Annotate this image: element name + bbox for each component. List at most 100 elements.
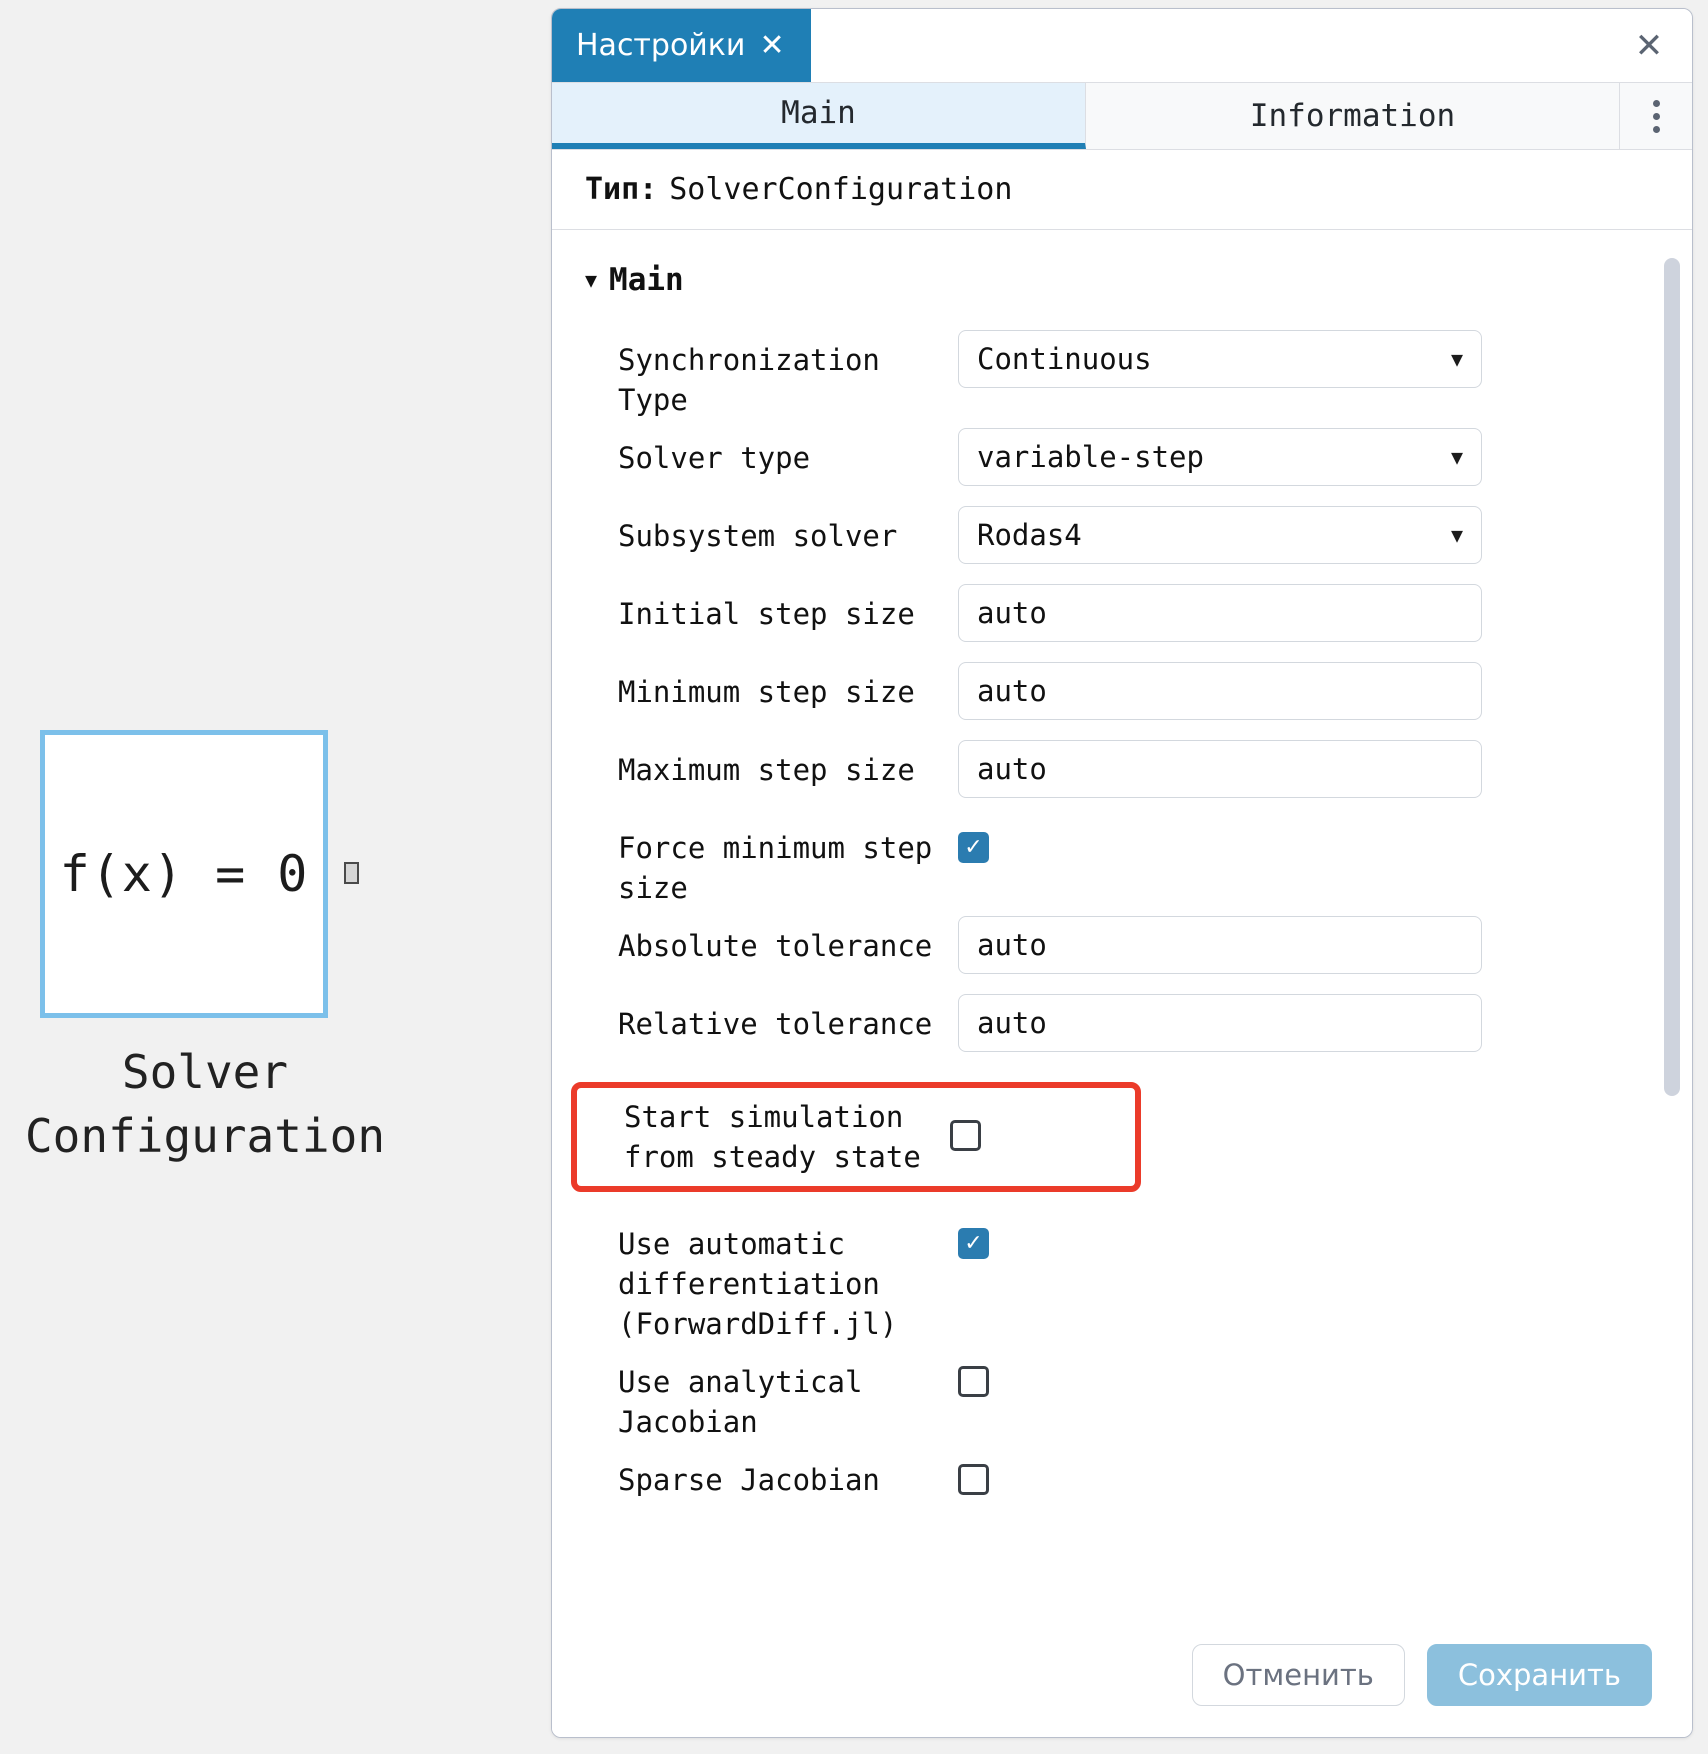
group-header-label: Main xyxy=(609,262,684,298)
select-solver-type[interactable]: variable-step ▼ xyxy=(958,428,1482,486)
block-name-line1: Solver xyxy=(121,1045,289,1099)
label-start-simulation-from-steady-state: Start simulation from steady state xyxy=(624,1100,921,1174)
select-subsystem-solver-value: Rodas4 xyxy=(977,518,1082,552)
input-initial-step-size[interactable]: auto xyxy=(958,584,1482,642)
tab-main-label: Main xyxy=(781,95,856,131)
row-relative-tolerance: Relative tolerance auto xyxy=(552,986,1692,1064)
block-body[interactable]: f(x) = 0 xyxy=(40,730,328,1018)
row-force-minimum-step-size: Force minimum step size xyxy=(552,810,1692,908)
window-tab-strip: Настройки ✕ ✕ xyxy=(552,9,1692,83)
control-sparse-jacobian xyxy=(958,1442,1692,1499)
row-maximum-step-size: Maximum step size auto xyxy=(552,732,1692,810)
panel-footer: Отменить Сохранить xyxy=(552,1613,1692,1737)
scrollbar-track[interactable] xyxy=(1664,236,1680,1607)
label-use-automatic-differentiation: Use automatic differentiation (ForwardDi… xyxy=(618,1227,898,1341)
input-maximum-step-size[interactable]: auto xyxy=(958,740,1482,798)
kebab-dot xyxy=(1652,99,1660,107)
row-start-simulation-from-steady-state: Start simulation from steady state xyxy=(571,1082,1141,1192)
window-tab-label: Настройки xyxy=(576,28,746,63)
settings-panel: Настройки ✕ ✕ Main Information Тип: Solv… xyxy=(551,8,1693,1738)
kebab-menu-icon[interactable] xyxy=(1620,83,1692,149)
control-start-simulation-from-steady-state xyxy=(950,1119,1135,1155)
label-solver-type: Solver type xyxy=(618,441,811,475)
select-synchronization-type[interactable]: Continuous ▼ xyxy=(958,330,1482,388)
type-value: SolverConfiguration xyxy=(669,172,1013,207)
control-use-automatic-differentiation xyxy=(958,1206,1692,1259)
kebab-dot xyxy=(1652,112,1660,120)
label-minimum-step-size: Minimum step size xyxy=(618,675,915,709)
tab-main[interactable]: Main xyxy=(552,83,1086,149)
tab-information[interactable]: Information xyxy=(1086,83,1620,149)
row-initial-step-size: Initial step size auto xyxy=(552,576,1692,654)
control-relative-tolerance: auto xyxy=(958,986,1692,1052)
control-absolute-tolerance: auto xyxy=(958,908,1692,974)
cancel-button[interactable]: Отменить xyxy=(1191,1644,1405,1706)
label-force-minimum-step-size: Force minimum step size xyxy=(618,831,933,905)
control-minimum-step-size: auto xyxy=(958,654,1692,720)
settings-form: ▼ Main Synchronization Type Continuous ▼… xyxy=(552,230,1692,1540)
window-tab-spacer xyxy=(811,9,1606,82)
row-use-analytical-jacobian: Use analytical Jacobian xyxy=(552,1344,1692,1442)
checkbox-force-minimum-step-size[interactable] xyxy=(958,832,989,863)
label-sparse-jacobian: Sparse Jacobian xyxy=(618,1463,880,1497)
input-minimum-step-size-value: auto xyxy=(977,674,1047,708)
label-maximum-step-size: Maximum step size xyxy=(618,753,915,787)
diagram-canvas[interactable]: f(x) = 0 Solver Configuration xyxy=(0,0,551,1754)
control-initial-step-size: auto xyxy=(958,576,1692,642)
input-absolute-tolerance-value: auto xyxy=(977,928,1047,962)
row-absolute-tolerance: Absolute tolerance auto xyxy=(552,908,1692,986)
control-solver-type: variable-step ▼ xyxy=(958,420,1692,486)
label-subsystem-solver: Subsystem solver xyxy=(618,519,898,553)
select-synchronization-type-value: Continuous xyxy=(977,342,1152,376)
select-subsystem-solver[interactable]: Rodas4 ▼ xyxy=(958,506,1482,564)
type-key: Тип: xyxy=(585,172,658,207)
input-relative-tolerance[interactable]: auto xyxy=(958,994,1482,1052)
block-name-label: Solver Configuration xyxy=(0,1040,410,1168)
save-button[interactable]: Сохранить xyxy=(1426,1644,1652,1706)
window-tab-close-icon[interactable]: ✕ xyxy=(759,30,784,61)
row-solver-type: Solver type variable-step ▼ xyxy=(552,420,1692,498)
checkbox-start-simulation-from-steady-state[interactable] xyxy=(950,1119,981,1151)
control-synchronization-type: Continuous ▼ xyxy=(958,322,1692,388)
checkbox-sparse-jacobian[interactable] xyxy=(958,1464,989,1495)
type-row: Тип: SolverConfiguration xyxy=(552,150,1692,230)
checkbox-use-analytical-jacobian[interactable] xyxy=(958,1366,989,1397)
output-port-icon[interactable] xyxy=(344,862,359,884)
section-tabs: Main Information xyxy=(552,83,1692,150)
chevron-down-icon[interactable]: ▼ xyxy=(1451,447,1463,467)
row-sparse-jacobian: Sparse Jacobian xyxy=(552,1442,1692,1520)
label-absolute-tolerance: Absolute tolerance xyxy=(618,929,933,963)
checkbox-use-automatic-differentiation[interactable] xyxy=(958,1228,989,1259)
kebab-dot xyxy=(1652,125,1660,133)
settings-scroll-area[interactable]: ▼ Main Synchronization Type Continuous ▼… xyxy=(552,230,1692,1613)
input-minimum-step-size[interactable]: auto xyxy=(958,662,1482,720)
block-name-line2: Configuration xyxy=(24,1109,386,1163)
close-icon[interactable]: ✕ xyxy=(1606,9,1692,82)
input-absolute-tolerance[interactable]: auto xyxy=(958,916,1482,974)
row-subsystem-solver: Subsystem solver Rodas4 ▼ xyxy=(552,498,1692,576)
input-initial-step-size-value: auto xyxy=(977,596,1047,630)
window-tab-settings[interactable]: Настройки ✕ xyxy=(552,9,811,82)
chevron-down-icon[interactable]: ▼ xyxy=(1451,525,1463,545)
control-subsystem-solver: Rodas4 ▼ xyxy=(958,498,1692,564)
chevron-down-icon[interactable]: ▼ xyxy=(585,270,597,290)
row-use-automatic-differentiation: Use automatic differentiation (ForwardDi… xyxy=(552,1206,1692,1344)
row-minimum-step-size: Minimum step size auto xyxy=(552,654,1692,732)
group-header-main[interactable]: ▼ Main xyxy=(552,262,1692,298)
label-synchronization-type: Synchronization Type xyxy=(618,343,880,417)
scrollbar-thumb[interactable] xyxy=(1664,258,1680,1096)
label-relative-tolerance: Relative tolerance xyxy=(618,1007,933,1041)
input-relative-tolerance-value: auto xyxy=(977,1006,1047,1040)
label-initial-step-size: Initial step size xyxy=(618,597,915,631)
chevron-down-icon[interactable]: ▼ xyxy=(1451,349,1463,369)
label-use-analytical-jacobian: Use analytical Jacobian xyxy=(618,1365,863,1439)
select-solver-type-value: variable-step xyxy=(977,440,1204,474)
block-equation-label: f(x) = 0 xyxy=(59,845,309,903)
control-force-minimum-step-size xyxy=(958,810,1692,863)
control-maximum-step-size: auto xyxy=(958,732,1692,798)
solver-configuration-block[interactable]: f(x) = 0 xyxy=(40,730,328,1018)
row-synchronization-type: Synchronization Type Continuous ▼ xyxy=(552,322,1692,420)
input-maximum-step-size-value: auto xyxy=(977,752,1047,786)
tab-information-label: Information xyxy=(1249,98,1456,134)
control-use-analytical-jacobian xyxy=(958,1344,1692,1401)
